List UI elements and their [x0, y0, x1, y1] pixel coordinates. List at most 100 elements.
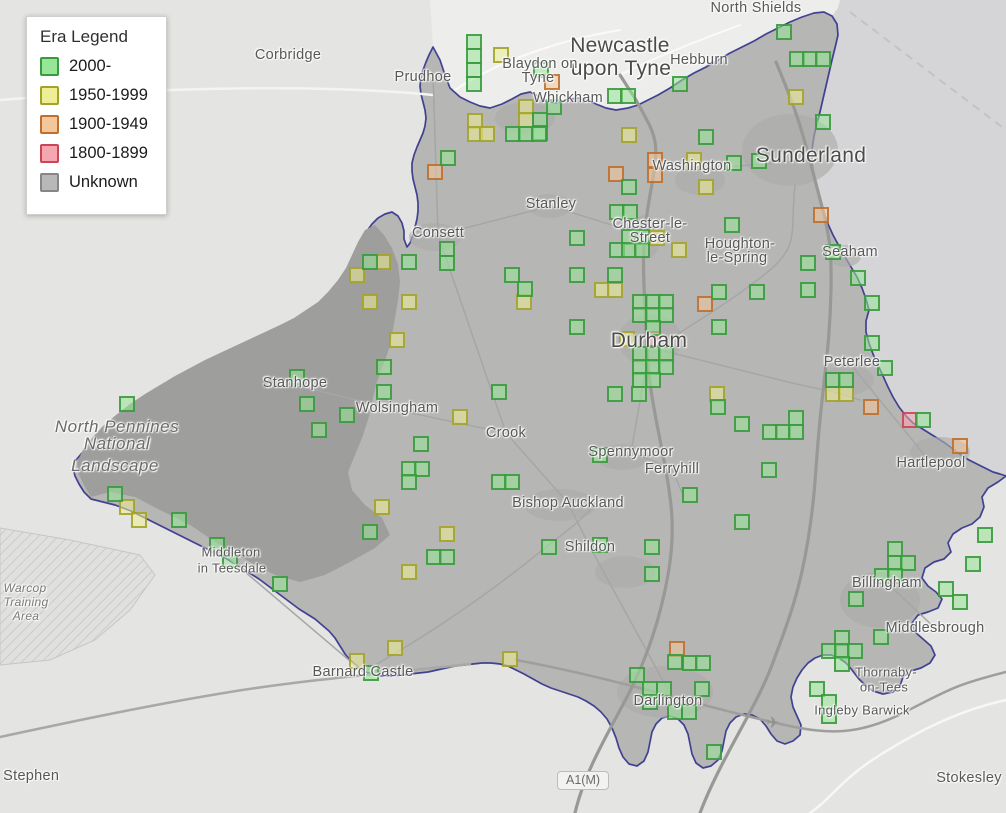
era-square-2000[interactable]: [633, 347, 647, 361]
era-square-2000[interactable]: [532, 127, 546, 141]
era-square-2000[interactable]: [816, 115, 830, 129]
era-square-2000[interactable]: [849, 592, 863, 606]
era-square-2000[interactable]: [415, 462, 429, 476]
era-square-2000[interactable]: [363, 255, 377, 269]
era-square-2000[interactable]: [727, 156, 741, 170]
era-square-2000[interactable]: [608, 387, 622, 401]
era-square-2000[interactable]: [916, 413, 930, 427]
era-square-2000[interactable]: [570, 320, 584, 334]
era-square-2000[interactable]: [608, 89, 622, 103]
era-square-2000[interactable]: [673, 77, 687, 91]
era-square-2000[interactable]: [630, 668, 644, 682]
era-square-2000[interactable]: [695, 682, 709, 696]
era-square-2000[interactable]: [646, 347, 660, 361]
era-square-2000[interactable]: [547, 100, 561, 114]
era-square-1950[interactable]: [402, 565, 416, 579]
era-square-2000[interactable]: [750, 285, 764, 299]
era-square-2000[interactable]: [643, 695, 657, 709]
era-square-2000[interactable]: [888, 569, 902, 583]
era-square-2000[interactable]: [851, 271, 865, 285]
era-square-1900[interactable]: [648, 153, 662, 167]
era-square-2000[interactable]: [835, 657, 849, 671]
era-square-1900[interactable]: [609, 167, 623, 181]
era-square-1900[interactable]: [698, 297, 712, 311]
era-square-1950[interactable]: [132, 513, 146, 527]
era-square-2000[interactable]: [622, 180, 636, 194]
era-square-2000[interactable]: [623, 205, 637, 219]
era-square-2000[interactable]: [646, 360, 660, 374]
era-square-1950[interactable]: [363, 295, 377, 309]
era-square-2000[interactable]: [865, 336, 879, 350]
era-square-2000[interactable]: [300, 397, 314, 411]
era-square-2000[interactable]: [790, 52, 804, 66]
era-square-2000[interactable]: [467, 35, 481, 49]
era-square-2000[interactable]: [835, 644, 849, 658]
era-square-1950[interactable]: [480, 127, 494, 141]
era-square-2000[interactable]: [789, 411, 803, 425]
era-square-2000[interactable]: [839, 373, 853, 387]
era-square-2000[interactable]: [312, 423, 326, 437]
era-square-2000[interactable]: [492, 475, 506, 489]
era-square-2000[interactable]: [633, 373, 647, 387]
era-square-1900[interactable]: [864, 400, 878, 414]
era-square-2000[interactable]: [803, 52, 817, 66]
era-square-2000[interactable]: [735, 515, 749, 529]
era-square-1950[interactable]: [494, 48, 508, 62]
era-square-2000[interactable]: [835, 631, 849, 645]
era-square-2000[interactable]: [223, 553, 237, 567]
era-square-2000[interactable]: [822, 695, 836, 709]
era-square-2000[interactable]: [953, 595, 967, 609]
era-square-2000[interactable]: [633, 308, 647, 322]
era-square-1950[interactable]: [453, 410, 467, 424]
era-square-2000[interactable]: [712, 285, 726, 299]
era-square-2000[interactable]: [427, 550, 441, 564]
era-square-2000[interactable]: [377, 385, 391, 399]
era-square-1950[interactable]: [608, 283, 622, 297]
era-square-2000[interactable]: [878, 361, 892, 375]
era-square-2000[interactable]: [570, 231, 584, 245]
era-square-1950[interactable]: [517, 295, 531, 309]
era-square-2000[interactable]: [467, 63, 481, 77]
era-square-2000[interactable]: [402, 462, 416, 476]
era-square-2000[interactable]: [668, 655, 682, 669]
era-square-2000[interactable]: [273, 577, 287, 591]
era-square-1950[interactable]: [388, 641, 402, 655]
era-square-2000[interactable]: [646, 321, 660, 335]
era-square-2000[interactable]: [752, 154, 766, 168]
era-square-2000[interactable]: [646, 295, 660, 309]
era-square-2000[interactable]: [632, 387, 646, 401]
era-square-2000[interactable]: [633, 295, 647, 309]
era-square-2000[interactable]: [108, 487, 122, 501]
era-square-2000[interactable]: [865, 296, 879, 310]
era-square-1800[interactable]: [903, 413, 917, 427]
era-square-1950[interactable]: [350, 654, 364, 668]
era-square-2000[interactable]: [377, 360, 391, 374]
era-square-2000[interactable]: [505, 475, 519, 489]
era-square-2000[interactable]: [608, 268, 622, 282]
era-square-1900[interactable]: [814, 208, 828, 222]
era-square-2000[interactable]: [801, 283, 815, 297]
era-square-2000[interactable]: [939, 582, 953, 596]
era-square-2000[interactable]: [635, 230, 649, 244]
map-canvas[interactable]: North ShieldsNewcastleupon TyneHexhamCor…: [0, 0, 1006, 813]
era-square-2000[interactable]: [441, 151, 455, 165]
era-square-2000[interactable]: [848, 644, 862, 658]
era-square-1950[interactable]: [390, 333, 404, 347]
era-square-1950[interactable]: [687, 153, 701, 167]
era-square-2000[interactable]: [659, 308, 673, 322]
era-square-2000[interactable]: [120, 397, 134, 411]
era-square-2000[interactable]: [633, 360, 647, 374]
era-square-2000[interactable]: [172, 513, 186, 527]
era-square-2000[interactable]: [645, 540, 659, 554]
era-square-2000[interactable]: [657, 682, 671, 696]
era-square-2000[interactable]: [777, 25, 791, 39]
era-square-2000[interactable]: [707, 745, 721, 759]
era-square-2000[interactable]: [966, 557, 980, 571]
era-square-2000[interactable]: [467, 77, 481, 91]
era-square-1950[interactable]: [350, 268, 364, 282]
era-square-2000[interactable]: [621, 89, 635, 103]
era-square-2000[interactable]: [340, 408, 354, 422]
era-square-2000[interactable]: [492, 385, 506, 399]
era-square-1950[interactable]: [789, 90, 803, 104]
era-square-2000[interactable]: [874, 630, 888, 644]
